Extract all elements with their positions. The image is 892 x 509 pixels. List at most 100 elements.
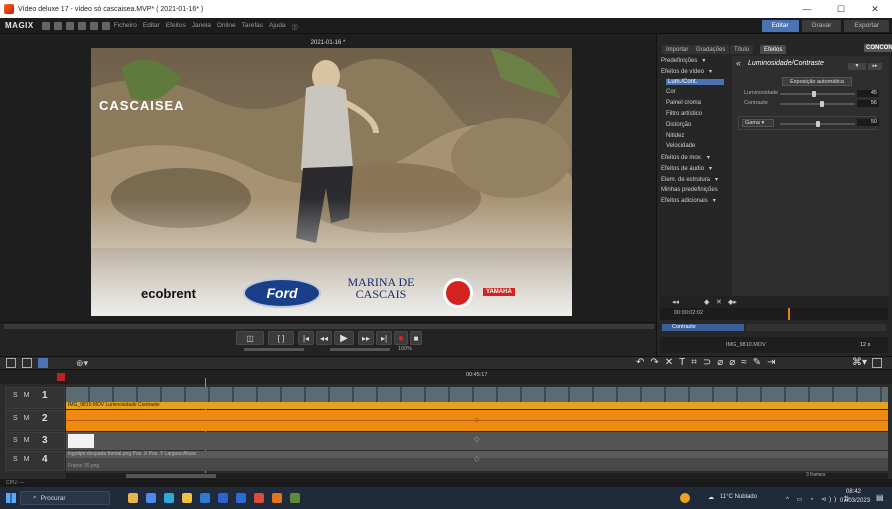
track-header-3[interactable]: S M 3: [5, 432, 65, 450]
menu-window[interactable]: Janela: [192, 22, 211, 29]
track-header-2[interactable]: S M 2: [5, 410, 65, 431]
save-icon[interactable]: [65, 21, 74, 30]
gamma-select[interactable]: Gama ▾: [742, 119, 774, 127]
jump-start-button[interactable]: |◂: [298, 331, 314, 345]
open-icon[interactable]: [53, 21, 62, 30]
contrast-slider[interactable]: [780, 103, 855, 105]
outlook-icon[interactable]: [218, 493, 228, 503]
brightness-value[interactable]: 45: [857, 90, 879, 97]
fast-forward-button[interactable]: ▸▸: [358, 331, 374, 345]
file-explorer-icon[interactable]: [182, 493, 192, 503]
fullscreen-icon[interactable]: [872, 358, 882, 368]
track-header-4[interactable]: S M 4: [5, 451, 65, 471]
effects-category-item[interactable]: Distorção: [666, 122, 691, 128]
track-4-keyframe-icon[interactable]: ◇: [474, 455, 479, 463]
auto-exposure-button[interactable]: Exposição automática: [782, 77, 852, 86]
zoom-level[interactable]: 100%: [398, 346, 412, 352]
effects-category-item[interactable]: Elem. de estrutura ▾: [661, 176, 718, 183]
keyframe-delete-icon[interactable]: ✕: [716, 298, 722, 306]
edge-icon[interactable]: [164, 493, 174, 503]
audio-keyframe-icon[interactable]: ◇: [474, 416, 479, 424]
effects-category-item[interactable]: Efeitos de mov. ▾: [661, 154, 710, 161]
zoom-frames-label[interactable]: 3 frames: [806, 472, 825, 478]
prev-frame-button[interactable]: ◫: [236, 331, 264, 345]
clip-effects-bar[interactable]: IMG_9810.MOV Luminosidade Contraste: [66, 402, 888, 409]
notifications-icon[interactable]: ▤: [876, 493, 884, 502]
marker-icon[interactable]: [57, 373, 65, 381]
store-icon[interactable]: [200, 493, 210, 503]
mark-in-out-button[interactable]: [ ]: [268, 331, 294, 345]
task-view-icon[interactable]: [146, 493, 156, 503]
preset-dropdown[interactable]: ▼: [848, 63, 866, 70]
keyframe-playhead[interactable]: [788, 308, 790, 320]
brightness-slider[interactable]: [780, 93, 855, 95]
weather-text[interactable]: 11°C Nublado: [720, 494, 757, 500]
weather-icon[interactable]: ☁: [708, 494, 714, 501]
minimize-button[interactable]: —: [790, 4, 824, 15]
brightness-slider-knob[interactable]: [811, 91, 816, 97]
video-clip-thumbnails[interactable]: [66, 387, 888, 402]
clock-time[interactable]: 08:42: [846, 489, 861, 495]
track-controls[interactable]: S M: [13, 392, 31, 399]
mode-export-button[interactable]: Exportar: [844, 19, 889, 32]
record-button[interactable]: ●: [394, 331, 408, 345]
taskbar-search-input[interactable]: ⌕ Procurar: [20, 491, 110, 505]
track-lane-2-audio[interactable]: ◇: [66, 410, 888, 431]
new-icon[interactable]: [41, 21, 50, 30]
menu-help[interactable]: Ajuda: [269, 22, 286, 29]
timeline-mode-icon[interactable]: [6, 358, 16, 368]
close-button[interactable]: ✕: [858, 4, 892, 15]
effects-category-item[interactable]: Efeitos de vídeo ▾: [661, 68, 712, 75]
track-lane-4[interactable]: logotipo docpada frontal.png Pos. X Pos.…: [66, 451, 888, 471]
play-button[interactable]: ▶: [334, 331, 354, 345]
effects-category-item[interactable]: Predefinições ▾: [661, 57, 705, 64]
mode-record-button[interactable]: Gravar: [801, 19, 842, 32]
jump-end-button[interactable]: ▸|: [376, 331, 392, 345]
effects-category-item[interactable]: Velocidade: [666, 143, 695, 149]
effects-category-item[interactable]: Painel croma: [666, 100, 701, 106]
redo-icon[interactable]: [89, 21, 98, 30]
help-icon[interactable]: ⓵: [292, 21, 299, 31]
tab-gradations[interactable]: Gradações: [692, 45, 730, 54]
title-clip[interactable]: [68, 434, 94, 448]
app-tray-icon[interactable]: [680, 493, 690, 503]
back-icon[interactable]: «: [736, 58, 741, 68]
effects-category-item[interactable]: Cor: [666, 89, 676, 95]
tab-import[interactable]: Importar: [662, 45, 693, 54]
edit-tools-icons[interactable]: ↶↷✕T⌗⊃⌀⌀≈✎⇥: [636, 357, 782, 368]
tools-icon[interactable]: ⊛▾: [76, 358, 88, 369]
effects-category-item[interactable]: Minhas predefinições: [661, 187, 718, 193]
menu-file[interactable]: Ficheiro: [114, 22, 137, 29]
contrast-value[interactable]: 56: [857, 100, 879, 107]
keyframe-next-icon[interactable]: ◆▸: [728, 298, 737, 306]
track-lane-1[interactable]: IMG_9810.MOV Luminosidade Contraste: [66, 387, 888, 409]
undo-icon[interactable]: [77, 21, 86, 30]
tab-title[interactable]: Título: [730, 45, 754, 54]
windows-start-icon[interactable]: [6, 493, 16, 503]
magix-taskbar-icon[interactable]: [290, 493, 300, 503]
effects-category-item[interactable]: Nitidez: [666, 133, 684, 139]
keyframe-prev-icon[interactable]: ◂◂: [672, 298, 679, 306]
menu-effects[interactable]: Efeitos: [166, 22, 186, 29]
track-lane-3[interactable]: ◇: [66, 432, 888, 450]
track-controls[interactable]: S M: [13, 415, 31, 422]
gamma-value[interactable]: 50: [857, 119, 879, 126]
timeline-ruler[interactable]: 00:45:17: [0, 370, 892, 384]
effects-category-item[interactable]: Efeitos adicionais ▾: [661, 197, 716, 204]
gamma-slider-knob[interactable]: [815, 121, 820, 127]
chrome-icon[interactable]: [254, 493, 264, 503]
storyboard-mode-icon[interactable]: [22, 358, 32, 368]
keyframe-lane[interactable]: [746, 324, 886, 331]
rewind-button[interactable]: ◂◂: [316, 331, 332, 345]
contrast-slider-knob[interactable]: [820, 101, 824, 107]
effects-category-item[interactable]: Lum./Cont.: [666, 78, 724, 85]
track-controls[interactable]: S M: [13, 456, 31, 463]
track-3-keyframe-icon[interactable]: ◇: [474, 435, 479, 443]
video-frame[interactable]: CASCAISEA ecobrent Ford MARINA DE CASCAI…: [91, 48, 572, 316]
preview-scrubber[interactable]: [4, 324, 654, 329]
firefox-icon[interactable]: [272, 493, 282, 503]
properties-icon[interactable]: [101, 21, 110, 30]
shuttle-slider[interactable]: [330, 348, 390, 351]
volume-slider[interactable]: [244, 348, 304, 351]
menu-tasks[interactable]: Tarefas: [242, 22, 263, 29]
